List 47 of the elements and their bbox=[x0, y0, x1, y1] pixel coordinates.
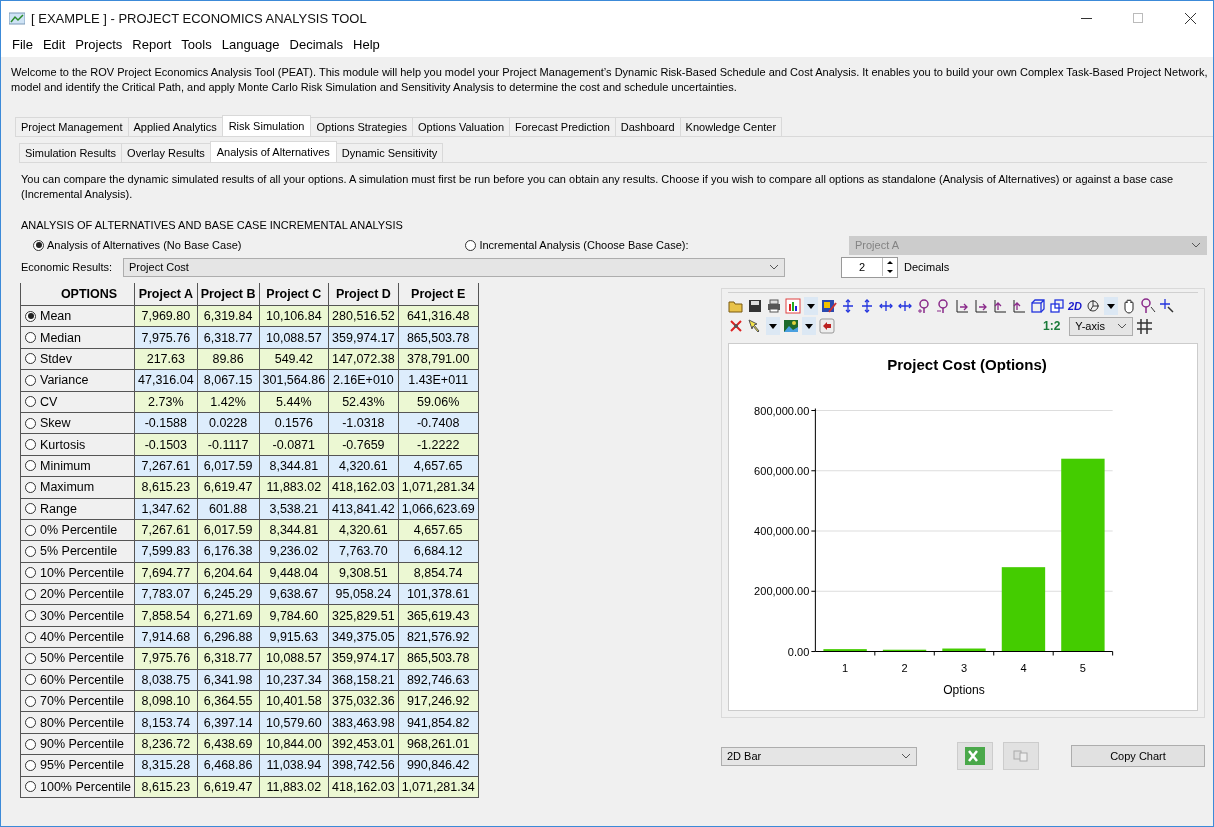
column-header: Project C bbox=[259, 283, 329, 306]
column-header: Project E bbox=[398, 283, 479, 306]
y-tick-label: 400,000.00 bbox=[754, 525, 810, 538]
field-label: Decimals bbox=[904, 261, 950, 273]
x-tick-label: 4 bbox=[1020, 661, 1027, 674]
x-tick-label: 5 bbox=[1079, 661, 1086, 674]
x-tick-label: 3 bbox=[960, 661, 968, 674]
row-label: 0% Percentile bbox=[40, 523, 118, 538]
row-label: 90% Percentile bbox=[40, 737, 125, 751]
row-label: Minimum bbox=[40, 458, 91, 473]
chart-title: Project Cost (Options) bbox=[887, 356, 1047, 374]
y-tick-label: 200,000.00 bbox=[754, 585, 810, 598]
row-label: 30% Percentile bbox=[40, 608, 125, 623]
section-title: ANALYSIS OF ALTERNATIVES AND BASE CASE INCREMENTAL ANALYSIS bbox=[20, 218, 404, 233]
row-label: CV bbox=[40, 394, 58, 409]
row-label: Median bbox=[40, 330, 81, 345]
y-tick-label: 600,000.00 bbox=[754, 464, 810, 477]
column-header: OPTIONS bbox=[20, 283, 135, 306]
field-label: Economic Results: bbox=[21, 261, 114, 273]
x-tick-label: 1 bbox=[842, 661, 849, 674]
intro-text: Welcome to the ROV Project Economics Analysis Tool (PEAT). This module will help you model your Project Management’s Dynamic Risk-Based Schedule and Cost Analysis. It enables you to build your own Complex Task-Based Project Network, model and identify the Critical Path, and apply Monte Carlo Risk Simulation and Sensitivity Analysis to determine the cost and schedule uncertainties. bbox=[10, 65, 1209, 95]
row-label: 20% Percentile bbox=[40, 587, 125, 602]
row-label: Variance bbox=[40, 373, 89, 388]
row-label: Stdev bbox=[40, 351, 72, 366]
row-label: Skew bbox=[40, 416, 71, 431]
row-label: Range bbox=[40, 501, 77, 516]
row-label: 100% Percentile bbox=[40, 779, 132, 794]
y-tick-label: 0.00 bbox=[787, 645, 810, 658]
column-header: Project B bbox=[197, 283, 260, 306]
row-label: 95% Percentile bbox=[40, 758, 125, 773]
column-header: Project A bbox=[134, 283, 198, 306]
y-tick-label: 800,000.00 bbox=[754, 404, 810, 417]
description-text: You can compare the dynamic simulated results of all your options. A simulation must first be run before you can obtain any results. Choose if you wish to compare all options as standalone (Analysis of Alternatives) or against a base case (Incremental Analysis). bbox=[20, 172, 1175, 202]
row-label: 10% Percentile bbox=[40, 565, 125, 580]
x-tick-label: 2 bbox=[901, 661, 908, 674]
row-label: Maximum bbox=[40, 480, 95, 495]
row-label: 80% Percentile bbox=[40, 715, 125, 730]
row-label: 5% Percentile bbox=[40, 544, 118, 559]
x-axis-title: Options bbox=[943, 682, 985, 697]
row-label: 70% Percentile bbox=[40, 694, 125, 709]
row-label: Mean bbox=[40, 309, 72, 324]
row-label: 60% Percentile bbox=[40, 672, 125, 687]
column-header: Project D bbox=[328, 283, 399, 306]
row-label: 50% Percentile bbox=[40, 651, 125, 666]
row-label: Kurtosis bbox=[40, 437, 86, 452]
window-title: [ EXAMPLE ] - PROJECT ECONOMICS ANALYSIS TOOL bbox=[31, 10, 368, 26]
row-label: 40% Percentile bbox=[40, 630, 125, 645]
